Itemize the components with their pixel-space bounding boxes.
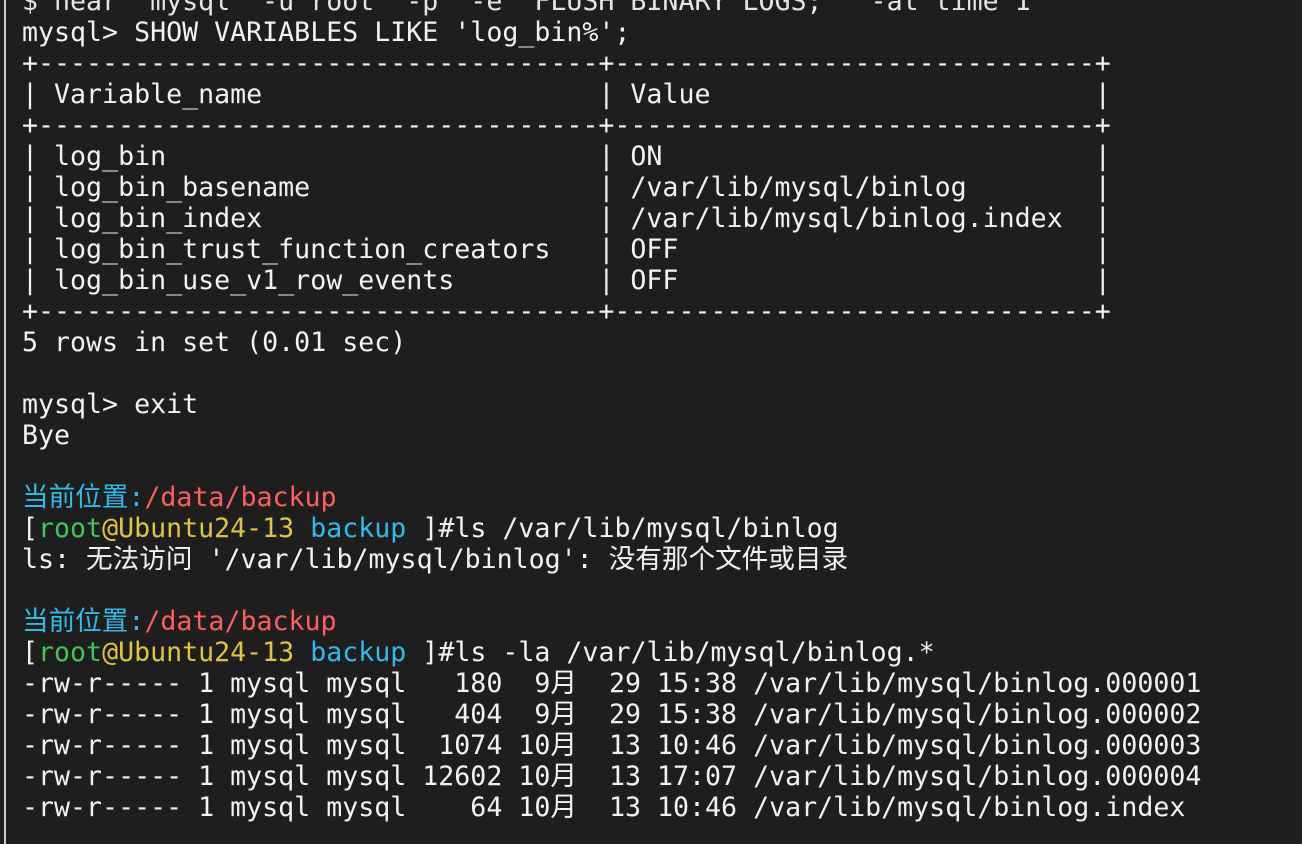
location-line: 当前位置:/data/backup xyxy=(22,606,1201,637)
terminal-output: $ hear mysql -u root -p -e FLUSH BINARY … xyxy=(22,0,1201,823)
ls-row: -rw-r----- 1 mysql mysql 64 10月 13 10:46… xyxy=(22,792,1186,823)
location-path: /data/backup xyxy=(144,606,337,637)
table-row: | log_bin_trust_function_creators | OFF … xyxy=(22,234,1111,265)
terminal-window[interactable]: $ hear mysql -u root -p -e FLUSH BINARY … xyxy=(0,0,1302,844)
table-row: | log_bin_basename | /var/lib/mysql/binl… xyxy=(22,172,1111,203)
location-line: 当前位置:/data/backup xyxy=(22,482,1201,513)
prompt-open: [ xyxy=(22,637,39,668)
location-path: /data/backup xyxy=(144,482,337,513)
prompt-host: Ubuntu24-13 xyxy=(118,637,295,668)
location-label: 当前位置 xyxy=(22,482,129,513)
left-border xyxy=(4,0,6,844)
ls-row: -rw-r----- 1 mysql mysql 1074 10月 13 10:… xyxy=(22,730,1202,761)
location-colon: : xyxy=(128,606,145,637)
table-border-mid: +-----------------------------------+---… xyxy=(22,110,1111,141)
prompt-at: @ xyxy=(102,513,119,544)
exit-command: mysql> exit xyxy=(22,389,199,420)
prompt-host: Ubuntu24-13 xyxy=(118,513,295,544)
rows-in-set: 5 rows in set (0.01 sec) xyxy=(22,327,407,358)
prompt-cwd: backup xyxy=(310,637,407,668)
command-text: ls /var/lib/mysql/binlog xyxy=(454,513,839,544)
prompt-close: ]# xyxy=(406,637,455,668)
table-border-top: +-----------------------------------+---… xyxy=(22,48,1111,79)
prompt-line: [root@Ubuntu24-13 backup ]#ls /var/lib/m… xyxy=(22,513,1201,544)
partial-top-line: $ hear mysql -u root -p -e FLUSH BINARY … xyxy=(22,0,1031,17)
command-text: ls -la /var/lib/mysql/binlog.* xyxy=(454,637,935,668)
table-row: | log_bin_index | /var/lib/mysql/binlog.… xyxy=(22,203,1111,234)
location-label: 当前位置 xyxy=(22,606,129,637)
location-colon: : xyxy=(128,482,145,513)
prompt-at: @ xyxy=(102,637,119,668)
prompt-cwd: backup xyxy=(310,513,407,544)
error-line: ls: 无法访问 '/var/lib/mysql/binlog': 没有那个文件… xyxy=(22,544,849,575)
table-header: | Variable_name | Value | xyxy=(22,79,1111,110)
bye-line: Bye xyxy=(22,420,71,451)
table-border-bottom: +-----------------------------------+---… xyxy=(22,296,1111,327)
prompt-close: ]# xyxy=(406,513,455,544)
table-row: | log_bin | ON | xyxy=(22,141,1111,172)
ls-row: -rw-r----- 1 mysql mysql 12602 10月 13 17… xyxy=(22,761,1202,792)
mysql-command-line: mysql> SHOW VARIABLES LIKE 'log_bin%'; xyxy=(22,17,631,48)
ls-row: -rw-r----- 1 mysql mysql 180 9月 29 15:38… xyxy=(22,668,1202,699)
table-row: | log_bin_use_v1_row_events | OFF | xyxy=(22,265,1111,296)
prompt-user: root xyxy=(38,513,103,544)
prompt-line: [root@Ubuntu24-13 backup ]#ls -la /var/l… xyxy=(22,637,1201,668)
ls-row: -rw-r----- 1 mysql mysql 404 9月 29 15:38… xyxy=(22,699,1202,730)
prompt-open: [ xyxy=(22,513,39,544)
prompt-user: root xyxy=(38,637,103,668)
